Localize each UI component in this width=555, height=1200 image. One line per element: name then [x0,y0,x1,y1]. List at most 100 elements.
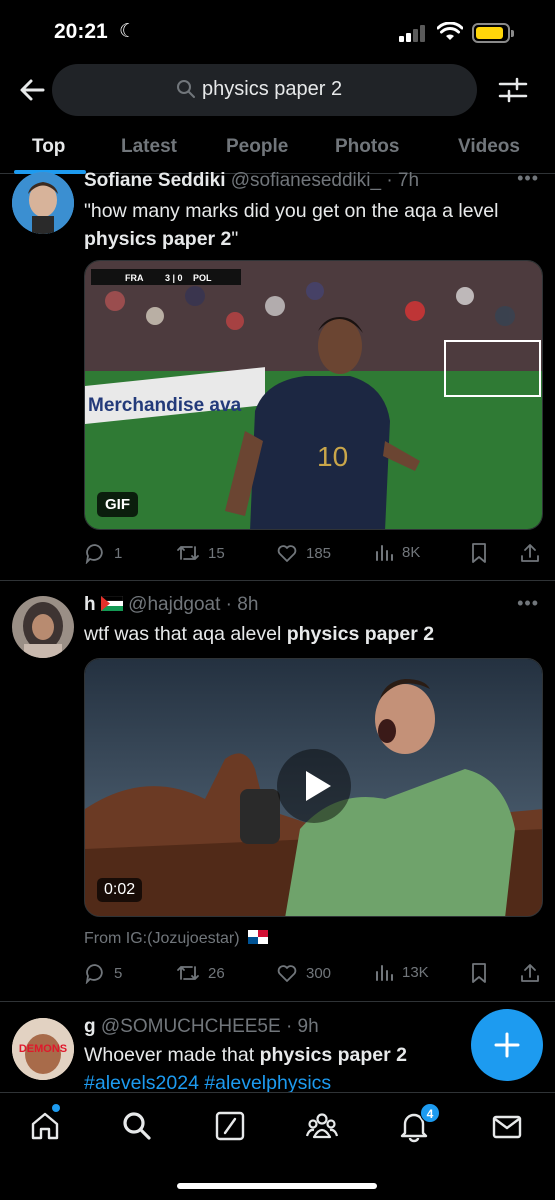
gif-image: Merchandise ava FRA 3 | 0 POL 10 [85,261,542,529]
gif-badge: GIF [97,492,138,517]
tweet-text-end: " [231,228,239,250]
tab-photos[interactable]: Photos [335,136,399,158]
tweet-time: · 7h [386,170,420,191]
back-arrow-icon[interactable] [16,74,50,106]
heart-icon [277,545,297,562]
tweet-text-plain: wtf was that aqa alevel [84,623,282,645]
tab-latest[interactable]: Latest [121,136,177,158]
messages-envelope-icon[interactable] [490,1109,524,1143]
views-icon [376,545,393,561]
plus-icon [494,1032,520,1058]
status-bar: 20:21 ☾ [0,0,555,64]
tweet-text-highlight: physics paper 2 [84,228,232,250]
filter-settings-icon[interactable] [497,75,529,105]
heart-icon [277,965,297,982]
more-options-icon[interactable]: ••• [517,168,539,189]
tweet-actions: 1 15 185 8K [84,542,544,566]
tweet-time: · 8h [225,594,259,615]
view-count: 8K [402,543,421,561]
search-icon [177,80,195,98]
retweet-icon [177,546,199,560]
tab-videos[interactable]: Videos [458,136,520,158]
tweet-header: h @hajdgoat · 8h [84,594,258,616]
views-button[interactable]: 8K [374,542,420,562]
views-button[interactable]: 13K [374,962,429,982]
home-indicator[interactable] [177,1183,377,1189]
share-icon[interactable] [519,962,541,984]
like-count: 300 [306,964,332,982]
wifi-icon [437,22,463,40]
communities-icon[interactable] [305,1109,339,1143]
home-unread-dot [52,1104,60,1112]
retweet-icon [177,966,199,980]
home-icon[interactable] [28,1109,62,1143]
like-button[interactable]: 300 [276,962,331,984]
tweet-text-plain: Whoever made that [84,1044,255,1066]
palestine-flag-icon [100,595,124,611]
reply-icon [85,544,103,564]
play-icon [306,771,331,801]
status-time: 20:21 [54,20,108,43]
video-duration: 0:02 [97,878,143,902]
tweet-header: g @SOMUCHCHEE5E · 9h [84,1016,319,1038]
reply-button[interactable]: 1 [84,542,122,564]
like-button[interactable]: 185 [276,542,331,564]
avatar-image: DEMONS [12,1018,74,1080]
user-handle[interactable]: @hajdgoat [128,594,220,615]
score-left: FRA [125,273,144,283]
retweet-count: 15 [208,544,225,562]
search-query: physics paper 2 [202,78,343,100]
tweet-text: wtf was that aqa alevel physics paper 2 [84,620,539,648]
reply-icon [85,964,103,984]
view-count: 13K [402,963,429,981]
more-options-icon[interactable]: ••• [517,593,539,614]
cellular-signal-icon [399,24,429,42]
user-handle[interactable]: @SOMUCHCHEE5E [101,1016,281,1037]
avatar[interactable] [12,172,74,234]
retweet-count: 26 [208,964,225,982]
retweet-button[interactable]: 26 [176,962,225,984]
notification-count-badge: 4 [420,1103,440,1123]
moon-icon: ☾ [119,21,137,42]
score-value: 3 | 0 [165,273,183,283]
explore-search-icon[interactable] [120,1109,154,1143]
tweet-text-highlight: physics paper 2 [259,1044,407,1066]
tweet-gif[interactable]: Merchandise ava FRA 3 | 0 POL 10 GIF [84,260,543,530]
user-name[interactable]: h [84,594,96,615]
tab-people[interactable]: People [226,136,288,158]
tweet[interactable]: Sofiane Seddiki @sofianeseddiki_ · 7h ••… [0,160,555,580]
reply-count: 1 [114,544,123,562]
user-name[interactable]: g [84,1016,96,1037]
tweet-header: Sofiane Seddiki @sofianeseddiki_ · 7h [84,170,419,192]
tweet-text-plain: "how many marks did you get on the aqa a… [84,200,499,222]
tweet[interactable]: h @hajdgoat · 8h ••• wtf was that aqa al… [0,581,555,1001]
hashtags[interactable]: #alevels2024 #alevelphysics [84,1072,331,1092]
share-icon[interactable] [519,542,541,564]
tab-top[interactable]: Top [32,136,65,158]
grok-icon[interactable] [213,1109,247,1143]
bookmark-icon[interactable] [469,542,489,564]
tweet-video[interactable]: 0:02 [84,658,543,917]
play-button[interactable] [277,749,351,823]
retweet-button[interactable]: 15 [176,542,225,564]
avatar[interactable]: DEMONS [12,1018,74,1080]
source-attribution[interactable]: From IG:(Jozujoestar) [84,930,269,948]
source-text: From IG:(Jozujoestar) [84,930,240,947]
ad-board-text: Merchandise ava [88,395,242,416]
reply-button[interactable]: 5 [84,962,122,984]
battery-icon [472,23,514,43]
avatar-text: DEMONS [19,1043,67,1055]
compose-tweet-button[interactable] [471,1009,543,1081]
panama-flag-icon [248,930,269,944]
search-input[interactable]: physics paper 2 [52,64,477,116]
user-name[interactable]: Sofiane Seddiki [84,170,225,191]
reply-count: 5 [114,964,123,982]
score-right: POL [193,273,212,283]
tweet-time: · 9h [285,1016,319,1037]
like-count: 185 [306,544,332,562]
bookmark-icon[interactable] [469,962,489,984]
avatar[interactable] [12,596,74,658]
tweet-text: "how many marks did you get on the aqa a… [84,197,539,253]
user-handle[interactable]: @sofianeseddiki_ [231,170,381,191]
shirt-number: 10 [317,441,348,472]
